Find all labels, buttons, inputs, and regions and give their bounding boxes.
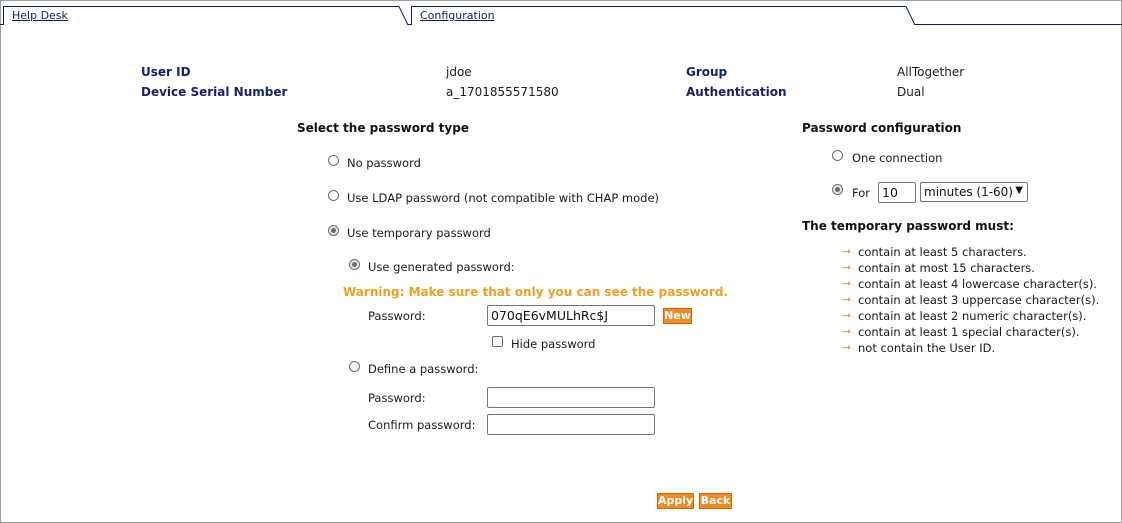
rule-item: contain at least 4 lowercase character(s… — [858, 277, 1097, 291]
arrow-right-icon: → — [842, 245, 852, 258]
define-password-field-label: Password: — [368, 391, 426, 405]
define-password-label: Define a password: — [368, 362, 479, 376]
duration-input[interactable] — [878, 182, 916, 203]
hide-password-checkbox[interactable] — [492, 336, 503, 347]
authentication-label: Authentication — [686, 85, 787, 99]
group-label: Group — [686, 65, 728, 79]
rule-item: contain at least 3 uppercase character(s… — [858, 293, 1100, 307]
rule-item: contain at least 1 special character(s). — [858, 325, 1080, 339]
arrow-right-icon: → — [842, 309, 852, 322]
rules-title: The temporary password must: — [802, 219, 1014, 233]
tab-configuration-link[interactable]: Configuration — [420, 9, 495, 22]
user-id-value: jdoe — [446, 65, 472, 79]
arrow-right-icon: → — [842, 325, 852, 338]
ldap-password-radio[interactable] — [328, 190, 339, 201]
arrow-right-icon: → — [842, 341, 852, 354]
group-value: AllTogether — [897, 65, 965, 79]
password-type-title: Select the password type — [297, 121, 469, 135]
tab-bar: Help Desk Configuration — [0, 6, 1122, 26]
generated-password-label: Use generated password: — [368, 260, 515, 274]
rule-item: contain at least 2 numeric character(s). — [858, 309, 1087, 323]
temporary-password-label: Use temporary password — [347, 226, 491, 240]
new-password-button[interactable]: New — [663, 308, 692, 324]
password-config-title: Password configuration — [802, 121, 962, 135]
ldap-password-label: Use LDAP password (not compatible with C… — [347, 191, 660, 205]
temporary-password-radio[interactable] — [328, 225, 339, 236]
serial-value: a_1701855571580 — [446, 85, 559, 99]
no-password-radio[interactable] — [328, 155, 339, 166]
define-password-radio[interactable] — [349, 361, 360, 372]
confirm-password-input[interactable] — [487, 414, 655, 435]
for-duration-label: For — [852, 186, 870, 200]
duration-unit-value: minutes (1-60) — [924, 185, 1013, 199]
rule-item: not contain the User ID. — [858, 341, 996, 355]
confirm-password-field-label: Confirm password: — [368, 418, 476, 432]
generated-password-radio[interactable] — [349, 259, 360, 270]
one-connection-radio[interactable] — [832, 150, 843, 161]
generated-password-field-label: Password: — [368, 309, 426, 323]
generated-password-input[interactable] — [487, 305, 655, 326]
user-id-label: User ID — [141, 65, 191, 79]
rule-item: contain at least 5 characters. — [858, 245, 1027, 259]
apply-button[interactable]: Apply — [657, 493, 694, 509]
rule-item: contain at most 15 characters. — [858, 261, 1035, 275]
no-password-label: No password — [347, 156, 421, 170]
tab-help-desk-link[interactable]: Help Desk — [12, 9, 68, 22]
arrow-right-icon: → — [842, 277, 852, 290]
arrow-right-icon: → — [842, 261, 852, 274]
visibility-warning: Warning: Make sure that only you can see… — [343, 285, 728, 299]
authentication-value: Dual — [897, 85, 925, 99]
serial-label: Device Serial Number — [141, 85, 288, 99]
chevron-down-icon: ▼ — [1015, 185, 1023, 196]
one-connection-label: One connection — [852, 151, 943, 165]
arrow-right-icon: → — [842, 293, 852, 306]
back-button[interactable]: Back — [699, 493, 732, 509]
define-password-input[interactable] — [487, 387, 655, 408]
tab-configuration[interactable]: Configuration — [411, 6, 917, 26]
hide-password-label: Hide password — [511, 337, 596, 351]
tab-help-desk[interactable]: Help Desk — [3, 6, 409, 26]
duration-unit-select[interactable]: minutes (1-60) ▼ — [920, 182, 1028, 202]
for-duration-radio[interactable] — [832, 184, 843, 195]
